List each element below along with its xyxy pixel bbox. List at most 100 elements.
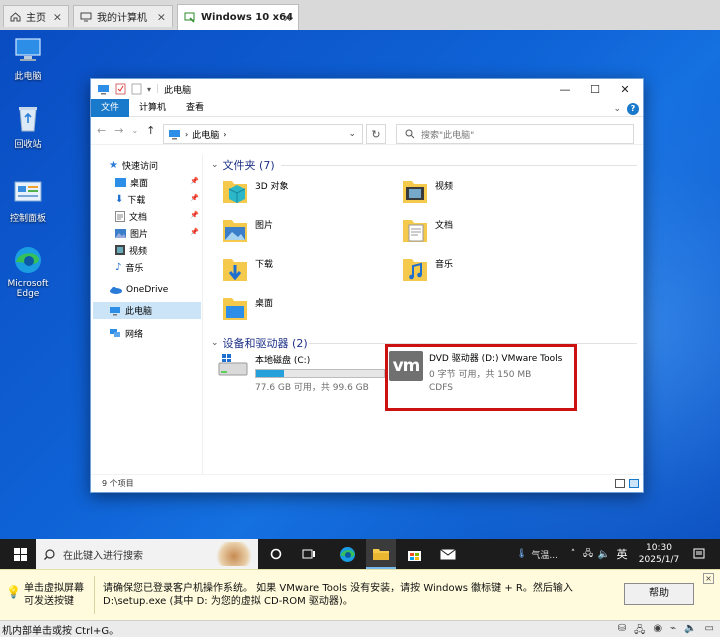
nav-this-pc[interactable]: 此电脑: [93, 302, 201, 319]
desktop-icon-edge[interactable]: Microsoft Edge: [4, 244, 52, 299]
nav-desktop[interactable]: 桌面 📌: [115, 174, 199, 190]
search-input[interactable]: 搜索"此电脑": [396, 124, 634, 144]
window-title: 此电脑: [164, 85, 192, 96]
desktop-icon-this-pc[interactable]: 此电脑: [4, 34, 52, 82]
mail-taskbar-icon[interactable]: [434, 539, 462, 569]
folder-name: 视频: [435, 182, 454, 192]
large-icons-view-icon[interactable]: [629, 479, 639, 488]
star-icon: ★: [109, 159, 118, 171]
expand-ribbon-icon[interactable]: ⌄: [613, 104, 621, 114]
help-icon[interactable]: ?: [627, 103, 639, 115]
drive-c[interactable]: 本地磁盘 (C:) 77.6 GB 可用，共 99.6 GB: [217, 351, 385, 393]
folder-documents[interactable]: 文档: [401, 214, 453, 244]
close-icon[interactable]: ×: [157, 10, 166, 23]
display-device-icon[interactable]: ▭: [705, 623, 714, 640]
notifications-icon[interactable]: [688, 539, 710, 569]
sound-device-icon[interactable]: 🔈: [684, 623, 696, 640]
customize-quick-access-icon[interactable]: ▾: [147, 85, 151, 94]
nav-quick-access[interactable]: ★ 快速访问: [109, 157, 158, 173]
nav-documents[interactable]: 文档 📌: [115, 208, 199, 224]
back-icon[interactable]: ←: [97, 124, 106, 137]
properties-icon[interactable]: [115, 83, 126, 95]
search-icon: [405, 129, 415, 139]
close-icon[interactable]: ✕: [609, 79, 641, 99]
nav-videos[interactable]: 视频: [115, 242, 147, 258]
pin-icon: 📌: [190, 228, 199, 236]
breadcrumb-separator-icon[interactable]: ›: [185, 130, 188, 139]
address-bar[interactable]: › 此电脑 › ⌄: [163, 124, 363, 144]
up-icon[interactable]: ↑: [146, 124, 155, 137]
recent-locations-icon[interactable]: ⌄: [131, 126, 138, 135]
volume-icon[interactable]: 🔈: [596, 539, 612, 569]
close-icon[interactable]: ×: [703, 573, 714, 584]
refresh-icon[interactable]: ↻: [366, 124, 386, 144]
forward-icon[interactable]: →: [114, 124, 123, 137]
tab-computer[interactable]: 计算机: [129, 99, 176, 117]
minimize-icon[interactable]: —: [549, 79, 581, 99]
help-button[interactable]: 帮助: [624, 583, 694, 605]
download-icon: ⬇: [115, 193, 124, 205]
task-view-icon[interactable]: [296, 539, 322, 569]
nav-pictures[interactable]: 图片 📌: [115, 225, 199, 241]
folder-desktop[interactable]: 桌面: [221, 292, 273, 322]
tab-file[interactable]: 文件: [91, 98, 130, 117]
taskbar-search-box[interactable]: 在此键入进行搜索: [36, 539, 258, 569]
edge-taskbar-icon[interactable]: [332, 539, 362, 569]
tab-home[interactable]: 主页 ×: [3, 5, 69, 27]
hard-disk-device-icon[interactable]: ⛁: [618, 623, 626, 640]
cortana-icon[interactable]: [264, 539, 288, 569]
nav-downloads[interactable]: ⬇ 下载 📌: [115, 191, 199, 207]
maximize-icon[interactable]: ☐: [579, 79, 611, 99]
drives-group-header[interactable]: ⌄ 设备和驱动器 (2): [211, 335, 308, 351]
vm-status-text: 机内部单击或按 Ctrl+G。: [2, 625, 120, 637]
start-button[interactable]: [6, 539, 34, 569]
tab-my-computer[interactable]: 我的计算机 ×: [73, 5, 173, 27]
computer-icon: [109, 306, 121, 316]
nav-music[interactable]: ♪ 音乐: [115, 259, 143, 275]
folder-music[interactable]: 音乐: [401, 253, 453, 283]
pin-icon: 📌: [190, 177, 199, 185]
divider: [281, 165, 637, 166]
content-pane: ⌄ 文件夹 (7) 3D 对象 视频 图片 文档 下载 音乐 桌面 ⌄ 设备和驱…: [205, 155, 645, 475]
nav-network[interactable]: 网络: [109, 325, 143, 341]
desktop-icon-label: Microsoft Edge: [7, 279, 49, 299]
folder-pictures[interactable]: 图片: [221, 214, 273, 244]
network-icon[interactable]: 🖧: [580, 539, 596, 569]
folder-videos[interactable]: 视频: [401, 175, 453, 205]
ribbon-tabs: 文件 计算机 查看 ⌄ ?: [91, 98, 643, 117]
usb-device-icon[interactable]: ⌁: [670, 623, 676, 640]
tab-windows-10[interactable]: Windows 10 x64 ×: [177, 4, 299, 30]
nav-label: 快速访问: [121, 161, 158, 172]
details-view-icon[interactable]: [615, 479, 625, 488]
new-folder-icon[interactable]: [131, 83, 142, 95]
title-bar[interactable]: ▾ | 此电脑 — ☐ ✕: [91, 79, 643, 99]
close-icon[interactable]: ×: [283, 11, 292, 24]
folder-3d-objects[interactable]: 3D 对象: [221, 175, 289, 205]
tab-view[interactable]: 查看: [176, 99, 214, 117]
clock[interactable]: 10:30 2025/1/7: [634, 539, 684, 569]
desktop[interactable]: 此电脑 回收站 控制面板 Microsoft Edge ▾ | 此电脑 — ☐ …: [0, 30, 720, 539]
network-device-icon[interactable]: 🖧: [634, 623, 645, 640]
chevron-down-icon[interactable]: ⌄: [348, 129, 356, 139]
folder-downloads[interactable]: 下载: [221, 253, 273, 283]
vm-running-icon: [184, 12, 196, 23]
desktop-icon-recycle-bin[interactable]: 回收站: [4, 102, 52, 150]
folder-picture-icon: [221, 214, 249, 244]
desktop-icon-label: 控制面板: [9, 214, 46, 224]
breadcrumb[interactable]: 此电脑: [192, 128, 219, 141]
ime-mode-indicator[interactable]: 英: [612, 539, 632, 569]
drive-usage-fill: [256, 370, 285, 377]
nav-onedrive[interactable]: OneDrive: [109, 282, 168, 298]
show-hidden-icons-icon[interactable]: ˄: [566, 539, 580, 569]
close-icon[interactable]: ×: [53, 10, 62, 23]
clock-time: 10:30: [646, 543, 672, 553]
cd-rom-device-icon[interactable]: ◉: [653, 623, 662, 640]
folders-group-header[interactable]: ⌄ 文件夹 (7): [211, 157, 275, 173]
file-explorer-taskbar-icon[interactable]: [366, 539, 396, 569]
explorer-window[interactable]: ▾ | 此电脑 — ☐ ✕ 文件 计算机 查看 ⌄ ? ← → ⌄ ↑ › 此电…: [90, 78, 644, 493]
breadcrumb-separator-icon[interactable]: ›: [223, 130, 226, 139]
control-panel-icon: [12, 176, 44, 208]
weather-widget[interactable]: 🌡 气温...: [508, 539, 566, 569]
store-taskbar-icon[interactable]: [400, 539, 428, 569]
desktop-icon-control-panel[interactable]: 控制面板: [4, 176, 52, 224]
